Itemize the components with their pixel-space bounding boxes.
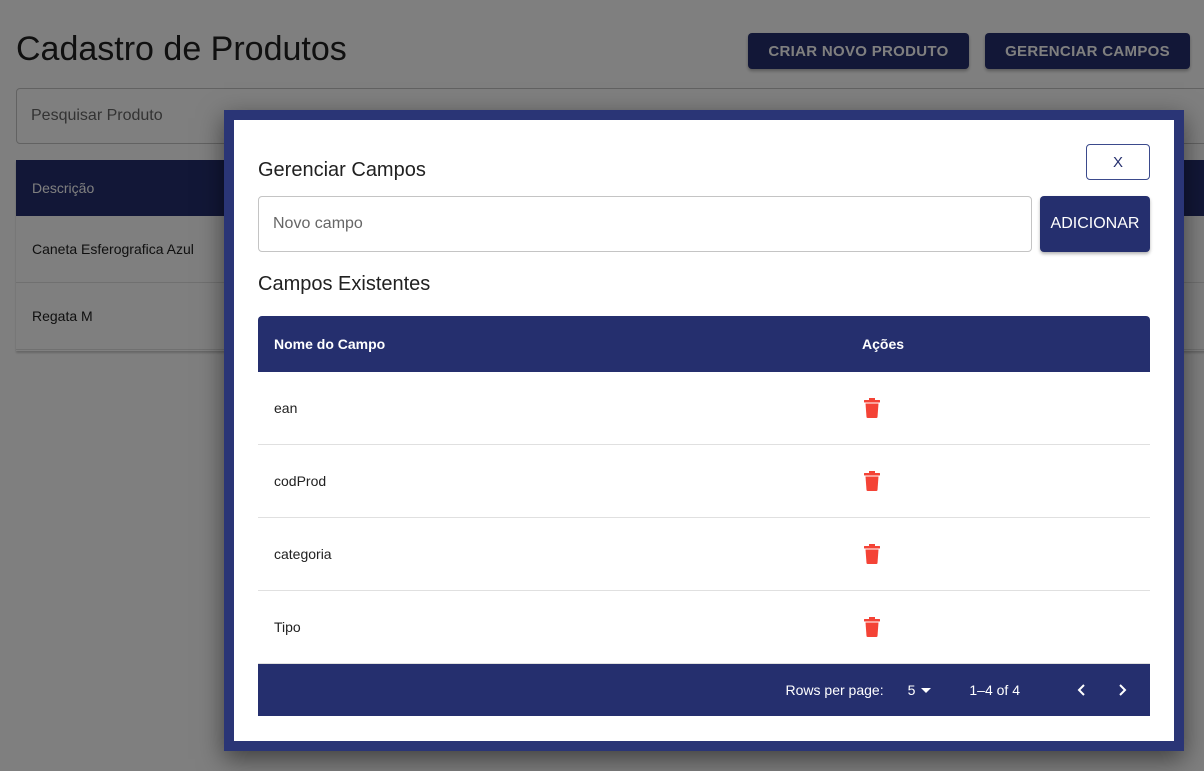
- table-row: Tipo: [258, 591, 1150, 664]
- column-header-name: Nome do Campo: [274, 336, 386, 352]
- close-button[interactable]: X: [1086, 144, 1150, 180]
- field-name: ean: [274, 400, 298, 416]
- field-name: Tipo: [274, 619, 301, 635]
- pagination-range: 1–4 of 4: [969, 682, 1020, 698]
- chevron-left-icon: [1077, 684, 1085, 696]
- pagination: Rows per page: 5 1–4 of 4: [258, 664, 1150, 716]
- table-row: categoria: [258, 518, 1150, 591]
- add-field-button[interactable]: ADICIONAR: [1040, 196, 1150, 252]
- trash-icon[interactable]: [864, 544, 880, 564]
- column-header-actions: Ações: [862, 336, 905, 352]
- fields-table: Nome do Campo Ações ean codProd categori…: [258, 316, 1150, 716]
- chevron-right-icon: [1119, 684, 1127, 696]
- rows-per-page-select[interactable]: 5: [908, 682, 932, 698]
- modal-title: Gerenciar Campos: [258, 159, 426, 181]
- field-name: codProd: [274, 473, 327, 489]
- rows-per-page-value: 5: [907, 682, 916, 698]
- field-name: categoria: [274, 546, 332, 562]
- modal-content: Gerenciar Campos X Novo campo ADICIONAR …: [234, 120, 1174, 741]
- trash-icon[interactable]: [864, 617, 880, 637]
- next-page-button[interactable]: [1110, 678, 1134, 702]
- new-field-input[interactable]: Novo campo: [258, 196, 1032, 252]
- manage-fields-modal: Gerenciar Campos X Novo campo ADICIONAR …: [224, 110, 1184, 751]
- trash-icon[interactable]: [864, 471, 880, 491]
- trash-icon[interactable]: [864, 398, 880, 418]
- fields-table-header: Nome do Campo Ações: [258, 316, 1150, 372]
- existing-fields-title: Campos Existentes: [258, 273, 431, 295]
- caret-down-icon: [921, 687, 932, 693]
- table-row: ean: [258, 372, 1150, 445]
- table-row: codProd: [258, 445, 1150, 518]
- rows-per-page-label: Rows per page:: [785, 682, 884, 698]
- previous-page-button[interactable]: [1070, 678, 1094, 702]
